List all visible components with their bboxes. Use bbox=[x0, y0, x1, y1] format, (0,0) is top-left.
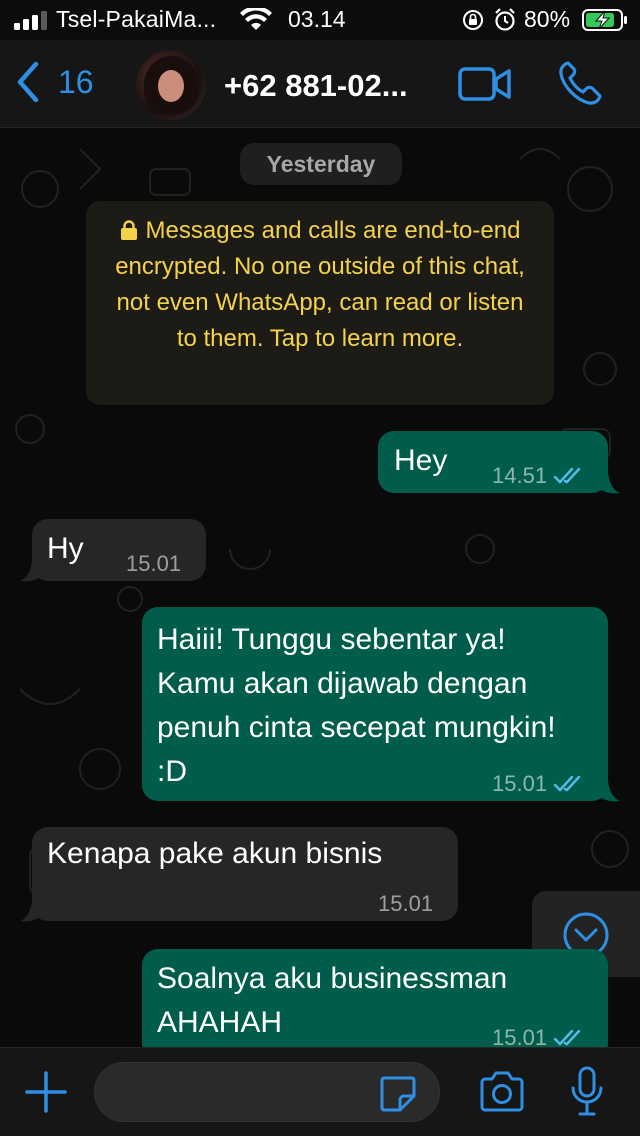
message-meta: 15.01 bbox=[378, 885, 433, 923]
encryption-notice-text: Messages and calls are end-to-end encryp… bbox=[115, 217, 525, 352]
message-meta: 15.01 bbox=[492, 765, 587, 803]
double-check-icon bbox=[553, 775, 581, 792]
message-text: Hey bbox=[394, 444, 448, 477]
message-meta: 15.01 bbox=[126, 545, 181, 583]
message-bubble-outgoing[interactable]: Hey 14.51 bbox=[378, 431, 608, 493]
sticker-button[interactable] bbox=[378, 1074, 418, 1114]
bubble-tail bbox=[598, 473, 620, 494]
bubble-tail bbox=[20, 901, 42, 922]
message-bubble-incoming[interactable]: Kenapa pake akun bisnis 15.01 bbox=[32, 827, 458, 921]
chat-area[interactable]: Yesterday Messages and calls are end-to-… bbox=[0, 129, 640, 1047]
contact-name[interactable]: +62 881-02... bbox=[224, 68, 408, 104]
chat-header: 16 +62 881-02... bbox=[0, 40, 640, 128]
lock-icon bbox=[120, 220, 137, 240]
status-bar: Tsel-PakaiMa... 03.14 80% bbox=[0, 0, 640, 40]
rotation-lock-icon bbox=[463, 10, 483, 30]
double-check-icon bbox=[553, 467, 581, 484]
bubble-tail bbox=[20, 561, 42, 582]
back-button[interactable]: 16 bbox=[14, 60, 94, 104]
encryption-notice[interactable]: Messages and calls are end-to-end encryp… bbox=[86, 201, 554, 405]
message-bubble-outgoing[interactable]: Soalnya aku businessman AHAHAH 15.01 bbox=[142, 949, 608, 1047]
voice-call-button[interactable] bbox=[558, 60, 602, 106]
carrier-name: Tsel-PakaiMa... bbox=[56, 6, 217, 32]
message-bubble-outgoing[interactable]: Haiii! Tunggu sebentar ya! Kamu akan dij… bbox=[142, 607, 608, 801]
battery-charging-icon bbox=[582, 9, 627, 31]
message-time: 14.51 bbox=[492, 463, 548, 488]
avatar[interactable] bbox=[136, 50, 206, 120]
message-meta: 14.51 bbox=[492, 457, 587, 495]
date-separator: Yesterday bbox=[240, 143, 402, 185]
wifi-icon bbox=[240, 8, 272, 30]
message-bubble-incoming[interactable]: Hy 15.01 bbox=[32, 519, 206, 581]
signal-strength-icon bbox=[14, 11, 47, 30]
message-time: 15.01 bbox=[492, 1025, 548, 1047]
chevron-left-icon bbox=[17, 61, 39, 103]
video-call-button[interactable] bbox=[458, 64, 512, 104]
message-text: Kenapa pake akun bisnis bbox=[47, 837, 383, 870]
clock: 03.14 bbox=[288, 6, 346, 32]
bubble-tail bbox=[598, 781, 620, 802]
battery-percentage: 80% bbox=[524, 6, 571, 32]
double-check-icon bbox=[553, 1029, 581, 1046]
microphone-button[interactable] bbox=[570, 1066, 604, 1118]
unread-chats-count: 16 bbox=[58, 63, 94, 100]
camera-button[interactable] bbox=[478, 1070, 526, 1114]
message-time: 15.01 bbox=[126, 551, 182, 576]
message-time: 15.01 bbox=[492, 771, 548, 796]
message-text: Hy bbox=[47, 532, 84, 565]
message-time: 15.01 bbox=[378, 891, 434, 916]
alarm-icon bbox=[495, 8, 515, 31]
composer-bar bbox=[0, 1047, 640, 1136]
message-meta: 15.01 bbox=[492, 1019, 587, 1047]
attach-plus-button[interactable] bbox=[24, 1070, 68, 1114]
